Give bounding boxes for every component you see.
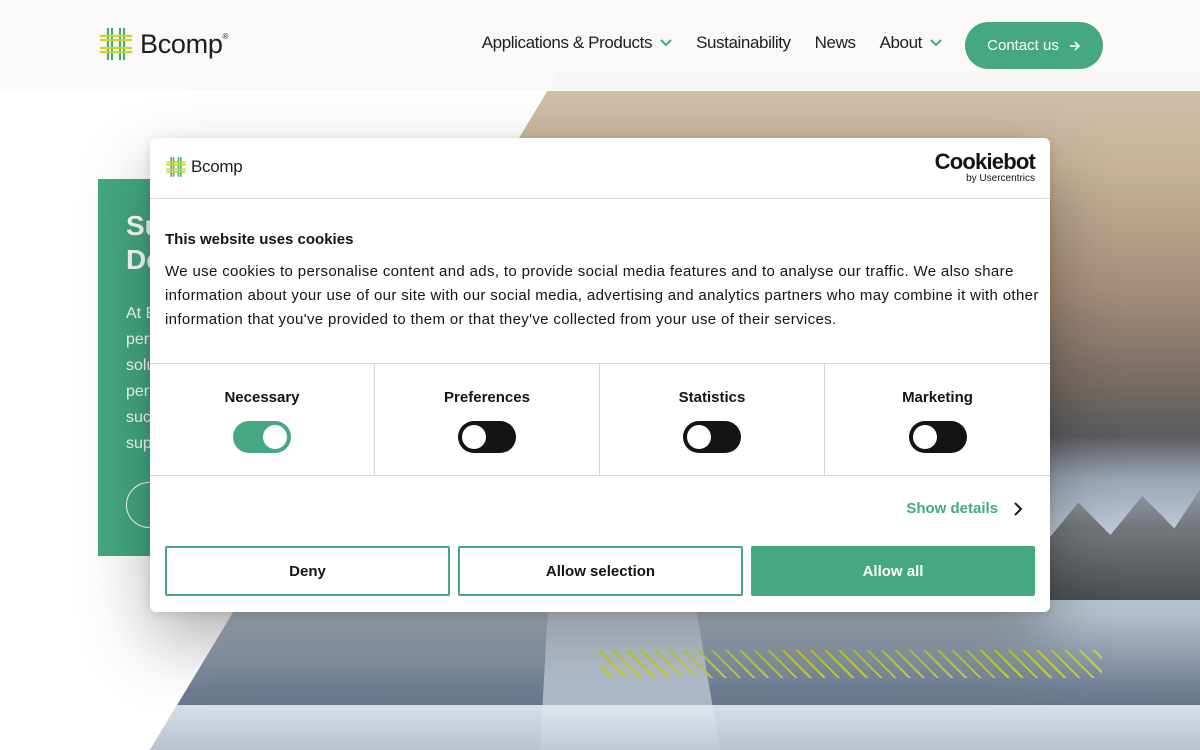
chevron-right-icon <box>1014 501 1022 516</box>
site-logo[interactable]: Bcomp® <box>98 26 228 62</box>
cookiebot-logo[interactable]: Cookiebot by Usercentrics <box>934 149 1036 185</box>
cookie-brand-logo: Bcomp <box>165 156 243 178</box>
toggle-knob <box>263 425 287 449</box>
bcomp-logo-icon <box>100 28 132 60</box>
preferences-toggle[interactable] <box>458 421 516 453</box>
category-label: Necessary <box>224 389 300 406</box>
nav-item-label: News <box>814 33 856 52</box>
cookie-category-toggles: Necessary Preferences Statistics Marketi… <box>150 363 1050 476</box>
statistics-toggle[interactable] <box>683 421 741 453</box>
bcomp-logo-icon <box>166 157 186 177</box>
main-nav: Applications & Products Sustainability N… <box>482 33 942 53</box>
nav-item-label: Applications & Products <box>481 33 653 52</box>
nav-item-label: Sustainability <box>696 33 791 52</box>
cookie-dialog-title: This website uses cookies <box>165 231 354 248</box>
nav-item-applications-products[interactable]: Applications & Products <box>482 33 672 53</box>
deny-button[interactable]: Deny <box>165 546 450 596</box>
cookie-consent-dialog: Bcomp Cookiebot by Usercentrics This web… <box>150 138 1050 612</box>
category-label: Marketing <box>902 389 973 406</box>
cookiebot-by: by Usercentrics <box>966 173 1035 184</box>
allow-selection-button[interactable]: Allow selection <box>458 546 743 596</box>
allow-all-button[interactable]: Allow all <box>751 546 1035 596</box>
category-label: Preferences <box>444 389 530 406</box>
show-details-link[interactable]: Show details <box>906 500 1022 517</box>
nav-item-sustainability[interactable]: Sustainability <box>696 33 791 53</box>
hero-snow-ground <box>150 705 1200 750</box>
cookie-dialog-header: Bcomp Cookiebot by Usercentrics <box>150 138 1050 199</box>
cookie-category-statistics: Statistics <box>600 364 825 475</box>
contact-us-button[interactable]: Contact us <box>965 22 1103 69</box>
cookie-category-marketing: Marketing <box>825 364 1050 475</box>
cookie-dialog-body: We use cookies to personalise content an… <box>165 263 1039 328</box>
show-details-label: Show details <box>906 500 998 517</box>
chevron-down-icon <box>930 39 942 47</box>
toggle-knob <box>462 425 486 449</box>
toggle-knob <box>912 425 937 449</box>
nav-item-about[interactable]: About <box>880 33 942 53</box>
marketing-toggle[interactable] <box>908 421 967 453</box>
arrow-right-icon <box>1069 40 1080 51</box>
logo-text: Bcomp <box>140 28 223 59</box>
site-header: Bcomp® Applications & Products Sustainab… <box>0 0 1200 91</box>
cookie-category-necessary: Necessary <box>150 364 375 475</box>
toggle-knob <box>687 425 711 449</box>
necessary-toggle[interactable] <box>233 421 291 453</box>
cookie-brand-name: Bcomp <box>191 157 243 176</box>
cookie-category-preferences: Preferences <box>375 364 600 475</box>
logo-registered-mark: ® <box>222 31 229 41</box>
decorative-stripes <box>600 650 1102 678</box>
nav-item-label: About <box>879 33 923 52</box>
cookiebot-name: Cookiebot <box>934 149 1036 174</box>
nav-item-news[interactable]: News <box>815 33 856 53</box>
chevron-down-icon <box>660 39 672 47</box>
contact-us-label: Contact us <box>987 37 1059 54</box>
category-label: Statistics <box>678 389 746 406</box>
